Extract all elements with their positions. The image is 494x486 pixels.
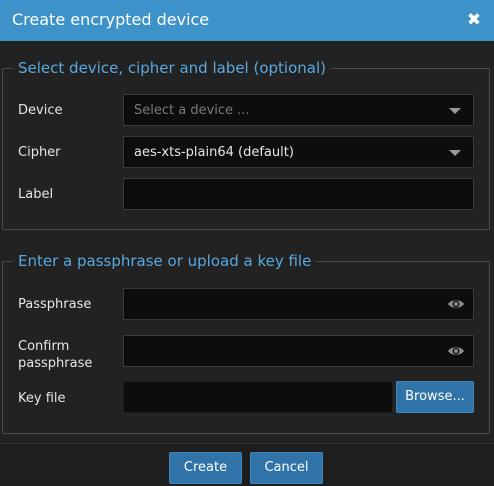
cancel-button[interactable]: Cancel — [250, 452, 323, 484]
close-icon[interactable]: ✖ — [464, 11, 484, 31]
chevron-down-icon[interactable] — [449, 108, 461, 114]
device-section-legend: Select device, cipher and label (optiona… — [18, 59, 326, 77]
cipher-select[interactable]: aes-xts-plain64 (default) — [123, 136, 474, 168]
device-select-placeholder: Select a device ... — [134, 103, 250, 118]
dialog-footer: Create Cancel — [0, 443, 494, 486]
browse-button[interactable]: Browse... — [396, 381, 474, 413]
keyfile-input[interactable] — [123, 381, 393, 413]
label-label: Label — [18, 187, 54, 202]
passphrase-label: Passphrase — [18, 297, 92, 312]
chevron-down-icon[interactable] — [449, 150, 461, 156]
device-label: Device — [18, 103, 63, 118]
confirm-passphrase-label-line1: Confirm — [18, 339, 70, 354]
keyfile-label: Key file — [18, 391, 66, 406]
cipher-label: Cipher — [18, 145, 61, 160]
confirm-passphrase-input[interactable] — [123, 335, 474, 367]
create-button[interactable]: Create — [169, 452, 242, 484]
dialog-title: Create encrypted device — [12, 10, 210, 29]
passphrase-section-legend: Enter a passphrase or upload a key file — [18, 252, 312, 270]
eye-icon[interactable] — [447, 344, 465, 358]
cipher-select-value: aes-xts-plain64 (default) — [134, 145, 294, 160]
dialog-titlebar: Create encrypted device ✖ — [0, 0, 494, 41]
label-input[interactable] — [123, 178, 474, 210]
create-encrypted-device-dialog: Create encrypted device ✖ Select device,… — [0, 0, 494, 486]
device-select[interactable]: Select a device ... — [123, 94, 474, 126]
passphrase-input[interactable] — [123, 288, 474, 320]
confirm-passphrase-label-line2: passphrase — [18, 356, 93, 371]
eye-icon[interactable] — [447, 297, 465, 311]
